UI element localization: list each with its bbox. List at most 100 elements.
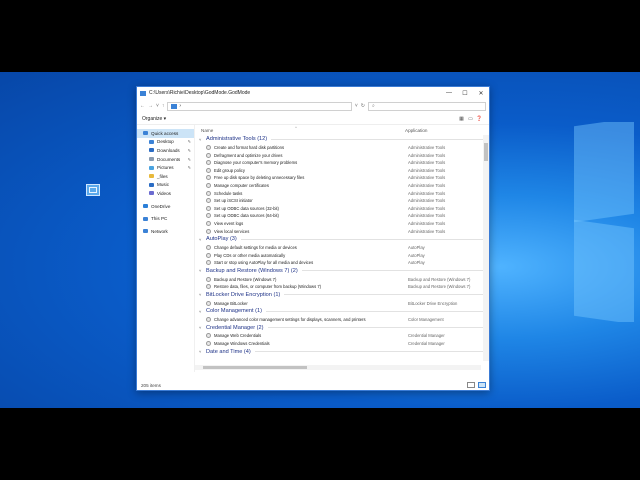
address-dropdown-button[interactable]: ˅ (355, 103, 358, 109)
list-item[interactable]: Restore data, files, or computer from ba… (199, 283, 489, 291)
nav-item-onedrive[interactable]: OneDrive (137, 202, 194, 211)
nav-item-label: Quick access (151, 130, 179, 136)
vertical-scrollbar[interactable] (483, 135, 489, 361)
item-application: AutoPlay (408, 252, 425, 258)
onedrive-icon (143, 204, 148, 209)
list-item[interactable]: Manage Web Credentials Credential Manager (199, 332, 489, 340)
nav-item-pictures[interactable]: Pictures ✎ (137, 163, 194, 172)
pin-icon[interactable]: ✎ (188, 139, 191, 144)
list-item[interactable]: Manage Windows Credentials Credential Man… (199, 340, 489, 348)
star-icon (143, 131, 148, 136)
item-application: Credential Manager (408, 333, 445, 339)
group-title: Administrative Tools (12) (206, 136, 268, 143)
list-item[interactable]: View event logs Administrative Tools (199, 220, 489, 228)
group-title: BitLocker Drive Encryption (1) (206, 291, 281, 298)
pin-icon[interactable]: ✎ (188, 157, 191, 162)
help-icon[interactable]: ❓ (475, 116, 484, 122)
forward-button[interactable]: → (148, 103, 153, 109)
column-application[interactable]: Application (405, 128, 427, 133)
item-name: Set up ODBC data sources (64-bit) (214, 213, 279, 219)
details-view-icon[interactable] (467, 382, 475, 388)
group-header[interactable]: ˅ Credential Manager (2) (199, 323, 489, 332)
list-item[interactable]: View local services Administrative Tools (199, 227, 489, 235)
list-item[interactable]: Change default settings for media or dev… (199, 244, 489, 252)
close-button[interactable]: ✕ (473, 90, 489, 97)
pin-icon[interactable]: ✎ (188, 148, 191, 153)
maximize-button[interactable]: ☐ (457, 90, 473, 97)
minimize-button[interactable]: — (441, 90, 457, 96)
up-button[interactable]: ↑ (162, 103, 165, 109)
back-button[interactable]: ← (140, 103, 145, 109)
chevron-down-icon[interactable]: ˅ (199, 292, 206, 297)
group-header[interactable]: ˅ Date and Time (4) (199, 347, 489, 356)
nav-item-quick-access[interactable]: Quick access (137, 129, 194, 138)
chevron-down-icon[interactable]: ˅ (199, 349, 206, 354)
nav-item-music[interactable]: Music (137, 181, 194, 190)
group-header[interactable]: ˅ Backup and Restore (Windows 7) (2) (199, 267, 489, 276)
list-item[interactable]: Create and format hard disk partitions Ad… (199, 144, 489, 152)
nav-item-videos[interactable]: Videos (137, 189, 194, 198)
godmode-desktop-icon[interactable] (86, 184, 100, 196)
item-name: Set up iSCSI initiator (214, 198, 253, 204)
list-item[interactable]: Set up iSCSI initiator Administrative Too… (199, 197, 489, 205)
recent-locations-button[interactable]: ˅ (156, 103, 159, 109)
search-input[interactable]: ⌕ (368, 101, 486, 111)
chevron-down-icon[interactable]: ˅ (199, 137, 206, 142)
title-bar[interactable]: C:\Users\Richie\Desktop\GodMode.GodMode … (137, 87, 489, 99)
sort-indicator: ^ (295, 125, 297, 130)
nav-item-network[interactable]: Network (137, 227, 194, 236)
group-header[interactable]: ˅ Color Management (1) (199, 307, 489, 316)
item-application: Administrative Tools (408, 183, 446, 189)
item-name: Manage BitLocker (214, 300, 248, 306)
group-header[interactable]: ˅ Administrative Tools (12) (199, 135, 489, 144)
nav-item-files[interactable]: _files (137, 172, 194, 181)
preview-pane-icon[interactable]: ▭ (466, 116, 475, 122)
list-item[interactable]: Backup and Restore (Windows 7) Backup and… (199, 275, 489, 283)
list-item[interactable]: Edit group policy Administrative Tools (199, 167, 489, 175)
chevron-down-icon[interactable]: ˅ (199, 237, 206, 242)
group-divider (284, 294, 485, 296)
list-item[interactable]: Schedule tasks Administrative Tools (199, 189, 489, 197)
list-item[interactable]: Defragment and optimize your drives Admin… (199, 151, 489, 159)
control-panel-item-icon (206, 284, 211, 290)
group-header[interactable]: ˅ AutoPlay (3) (199, 235, 489, 244)
scroll-thumb[interactable] (484, 143, 488, 161)
control-panel-item-icon (206, 228, 211, 234)
control-panel-item-icon (206, 333, 211, 339)
organize-button[interactable]: Organize ▾ (142, 116, 166, 122)
group-title: Date and Time (4) (206, 348, 251, 355)
list-item[interactable]: Play CDs or other media automatically Aut… (199, 251, 489, 259)
chevron-down-icon[interactable]: ˅ (199, 325, 206, 330)
view-options-icon[interactable]: ▦ (457, 116, 466, 122)
group-title: Color Management (1) (206, 308, 262, 315)
list-item[interactable]: Change advanced color management setting… (199, 316, 489, 324)
item-name: Set up ODBC data sources (32-bit) (214, 205, 279, 211)
list-item[interactable]: Manage BitLocker BitLocker Drive Encrypti… (199, 299, 489, 307)
refresh-button[interactable]: ↻ (361, 103, 365, 109)
scroll-thumb[interactable] (203, 366, 307, 369)
list-item[interactable]: Diagnose your computer's memory problems… (199, 159, 489, 167)
column-name[interactable]: Name (201, 128, 405, 133)
item-application: BitLocker Drive Encryption (408, 300, 458, 306)
chevron-down-icon[interactable]: ˅ (199, 309, 206, 314)
list-item[interactable]: Manage computer certificates Administrati… (199, 182, 489, 190)
list-item[interactable]: Set up ODBC data sources (32-bit) Adminis… (199, 205, 489, 213)
address-bar[interactable]: › (167, 101, 352, 111)
nav-item-this-pc[interactable]: This PC (137, 214, 194, 223)
chevron-down-icon[interactable]: ˅ (199, 268, 206, 273)
control-panel-item-icon (206, 152, 211, 158)
item-application: Administrative Tools (408, 205, 446, 211)
large-icons-view-icon[interactable] (478, 382, 486, 388)
nav-item-documents[interactable]: Documents ✎ (137, 155, 194, 164)
list-item[interactable]: Free up disk space by deleting unnecessa… (199, 174, 489, 182)
nav-item-downloads[interactable]: Downloads ✎ (137, 146, 194, 155)
item-name: Defragment and optimize your drives (214, 152, 283, 158)
list-item[interactable]: Start or stop using AutoPlay for all med… (199, 259, 489, 267)
list-item[interactable]: Set up ODBC data sources (64-bit) Adminis… (199, 212, 489, 220)
pin-icon[interactable]: ✎ (188, 165, 191, 170)
group-header[interactable]: ˅ BitLocker Drive Encryption (1) (199, 290, 489, 299)
nav-item-label: Desktop (157, 139, 174, 145)
horizontal-scrollbar[interactable] (195, 365, 481, 370)
nav-item-desktop[interactable]: Desktop ✎ (137, 138, 194, 147)
item-application: Backup and Restore (Windows 7) (408, 276, 471, 282)
